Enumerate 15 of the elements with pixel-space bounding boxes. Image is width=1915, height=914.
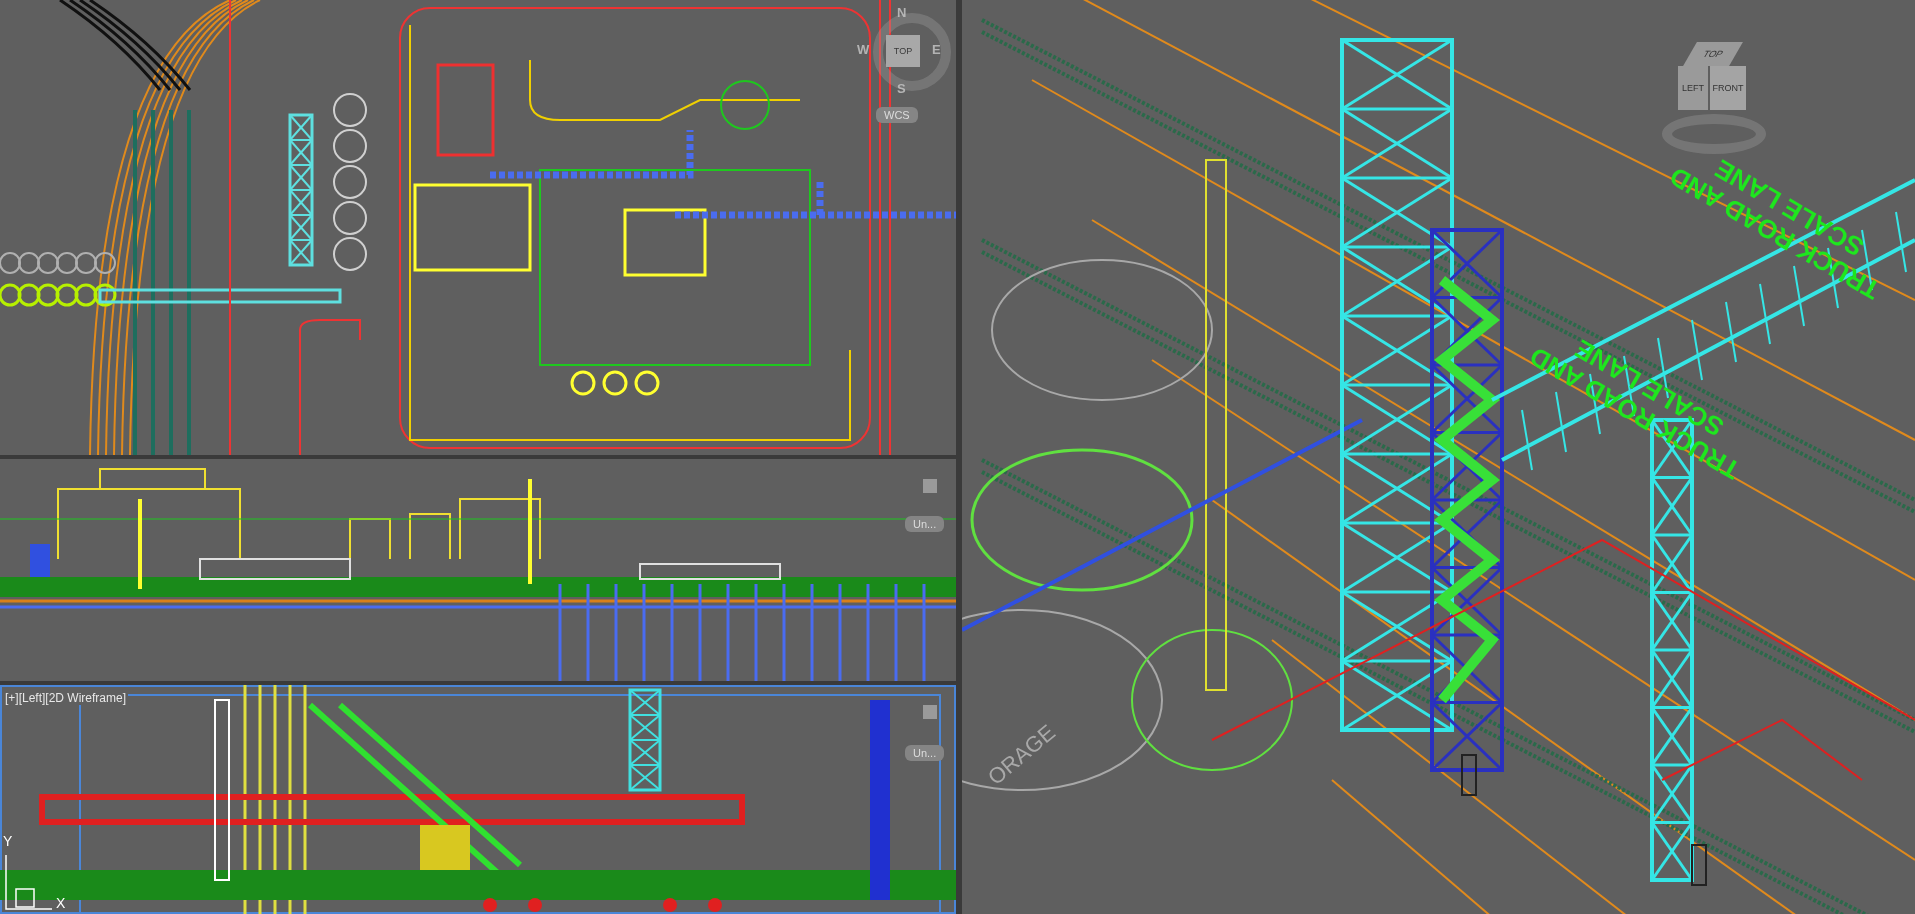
ucs-dropdown[interactable]: WCS (876, 107, 918, 123)
view-cube-left[interactable]: LEFT (1678, 66, 1708, 110)
ucs-axis-icon (5, 854, 53, 910)
compass-label[interactable]: N (897, 5, 907, 20)
y-axis-label: Y (3, 833, 13, 849)
compass-label[interactable]: S (897, 81, 906, 96)
view-cube-front[interactable]: FRONT (1710, 66, 1746, 110)
compass-label[interactable]: E (932, 42, 941, 57)
ucs-dropdown[interactable]: Un... (905, 516, 945, 532)
ucs-dropdown[interactable]: Un... (905, 745, 945, 761)
x-axis-label: X (56, 895, 66, 911)
compass-label[interactable]: W (857, 42, 870, 57)
viewport-label[interactable]: [+][Left][2D Wireframe] (3, 691, 129, 705)
view-cube[interactable]: TOP (886, 35, 920, 67)
view-cube-top[interactable]: TOP (1683, 42, 1743, 66)
